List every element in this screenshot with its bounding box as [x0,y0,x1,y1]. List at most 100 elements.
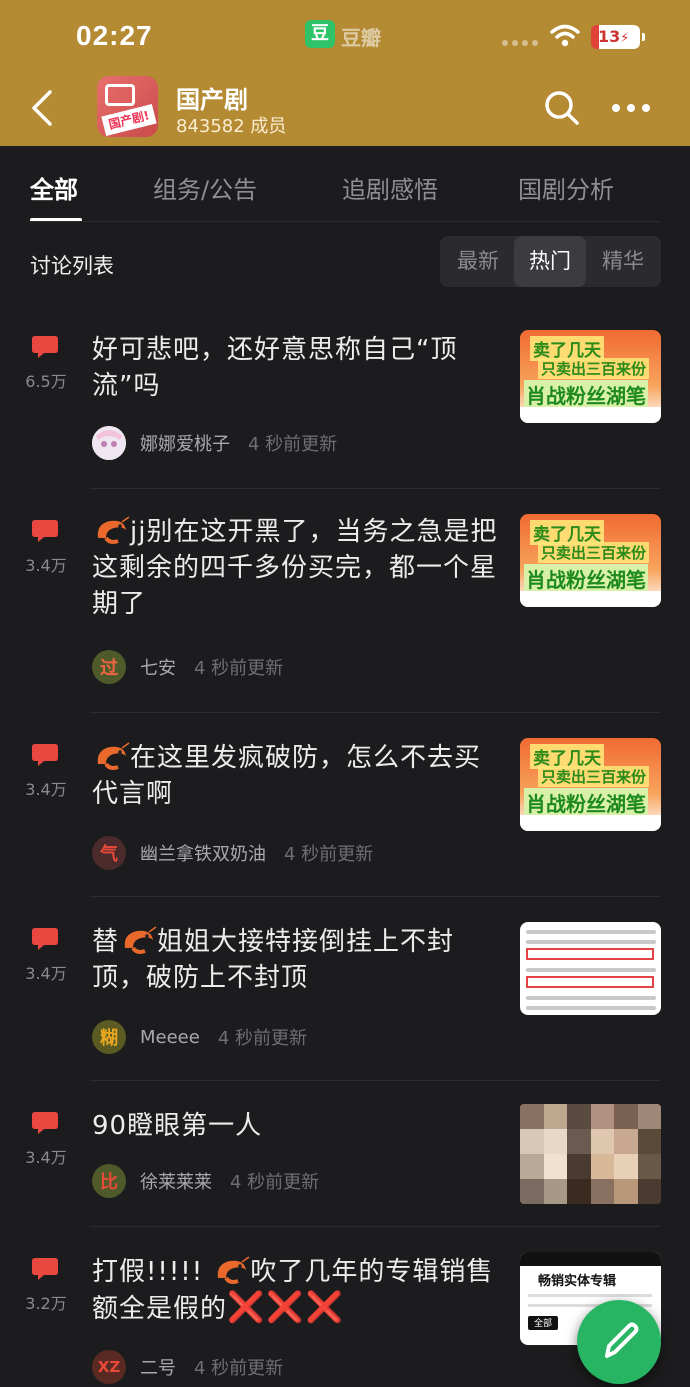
post-thumbnail[interactable] [520,1104,661,1204]
search-button[interactable] [542,88,582,128]
thumb-text: 只卖出三百来份 [538,358,650,379]
reply-count: 3.4万 [25,556,67,575]
discussion-list-label: 讨论列表 [30,254,114,278]
avatar-label: 国产剧! [101,104,157,136]
avatar[interactable]: XZ [92,1350,126,1384]
post-thumbnail[interactable] [520,922,661,1015]
divider [30,221,660,222]
group-avatar[interactable]: 国产剧! [97,76,158,137]
post-title[interactable]: 替姐姐大接特接倒挂上不封顶，破防上不封顶 [92,924,502,996]
battery-level: 13 [598,27,621,46]
post-meta: XZ 二号 4 秒前更新 [92,1350,283,1384]
author-name[interactable]: 幽兰拿铁双奶油 [140,840,266,866]
group-header: 02:27 豆 豆瓣 13⚡ 国产剧! 国产剧 843582 成员 [0,0,690,146]
shrimp-emoji-icon [218,1256,250,1284]
post-title-text: jj别在这开黑了，当务之急是把这剩余的四千多份买完，都一个星期了 [92,517,498,619]
comment-bubble-icon [32,336,58,358]
pencil-icon [605,1322,639,1358]
comment-bubble-icon [32,1258,58,1280]
post-meta: 比 徐莱莱莱 4 秒前更新 [92,1164,319,1198]
list-item[interactable]: 3.4万 90瞪眼第一人 比 徐莱莱莱 4 秒前更新 [0,1086,690,1226]
tab-announcements[interactable]: 组务/公告 [153,170,257,205]
sort-toggle: 最新 热门 精华 [440,236,661,287]
post-title[interactable]: 在这里发疯破防，怎么不去买代言啊 [92,740,502,812]
divider [90,488,660,489]
wifi-icon [550,24,580,47]
comment-bubble-icon [32,1112,58,1134]
back-button[interactable] [28,88,58,128]
more-button[interactable] [612,96,658,120]
thumb-text: 畅销实体专辑 [538,1274,617,1289]
sort-featured[interactable]: 精华 [587,236,659,287]
post-meta: 娜娜爱桃子 4 秒前更新 [92,426,337,460]
thumb-text: 只卖出三百来份 [538,766,650,787]
divider [90,896,660,897]
post-title[interactable]: jj别在这开黑了，当务之急是把这剩余的四千多份买完，都一个星期了 [92,514,502,622]
cross-mark-emoji: ❌❌❌ [227,1290,346,1325]
post-title[interactable]: 打假!!!!! 吹了几年的专辑销售额全是假的❌❌❌ [92,1254,502,1327]
comment-bubble-icon [32,520,58,542]
sort-latest[interactable]: 最新 [442,236,514,287]
author-name[interactable]: 二号 [140,1354,176,1380]
thumb-chip: 全部 [528,1316,558,1330]
avatar[interactable]: 气 [92,836,126,870]
update-time: 4 秒前更新 [230,1172,320,1193]
author-name[interactable]: 徐莱莱莱 [140,1168,212,1194]
list-item[interactable]: 3.4万 jj别在这开黑了，当务之急是把这剩余的四千多份买完，都一个星期了 过 … [0,494,690,712]
shrimp-emoji-icon [97,742,130,770]
reply-count: 3.4万 [25,964,67,983]
sort-hot[interactable]: 热门 [514,236,586,287]
tab-all[interactable]: 全部 [30,170,78,205]
reply-count: 3.4万 [25,1148,67,1167]
tab-drama-thoughts[interactable]: 追剧感悟 [342,170,438,205]
divider [90,1226,660,1227]
avatar[interactable]: 比 [92,1164,126,1198]
post-title-text: 替 [92,927,120,957]
thumb-text: 肖战粉丝湖笔 [524,788,648,817]
post-thumbnail[interactable]: 卖了几天 只卖出三百来份 肖战粉丝湖笔 [520,514,661,607]
avatar[interactable] [92,426,126,460]
update-time: 4 秒前更新 [248,434,338,455]
list-item[interactable]: 3.4万 在这里发疯破防，怎么不去买代言啊 气 幽兰拿铁双奶油 4 秒前更新 卖… [0,718,690,896]
status-time: 02:27 [76,20,153,51]
post-title[interactable]: 好可悲吧，还好意思称自己“顶流”吗 [92,332,502,404]
author-name[interactable]: Meeee [140,1027,200,1048]
post-thumbnail[interactable]: 卖了几天 只卖出三百来份 肖战粉丝湖笔 [520,738,661,831]
post-thumbnail[interactable]: 卖了几天 只卖出三百来份 肖战粉丝湖笔 [520,330,661,423]
shrimp-emoji-icon [97,516,130,544]
reply-count: 3.4万 [25,780,67,799]
post-meta: 糊 Meeee 4 秒前更新 [92,1020,307,1054]
comment-bubble-icon [32,744,58,766]
divider [90,1080,660,1081]
post-title-text: 打假!!!!! [92,1257,213,1287]
update-time: 4 秒前更新 [194,1358,284,1379]
member-count: 843582 成员 [176,116,287,137]
author-name[interactable]: 娜娜爱桃子 [140,430,230,456]
compose-button[interactable] [577,1300,661,1384]
update-time: 4 秒前更新 [284,844,374,865]
group-title[interactable]: 国产剧 [176,80,248,115]
comment-bubble-icon [32,928,58,950]
tab-drama-analysis[interactable]: 国剧分析 [518,170,614,205]
avatar[interactable]: 过 [92,650,126,684]
post-title[interactable]: 90瞪眼第一人 [92,1108,502,1144]
reply-count: 6.5万 [25,372,67,391]
battery-indicator: 13⚡ [591,25,645,49]
update-time: 4 秒前更新 [217,1028,308,1049]
tab-bar: 全部 组务/公告 追剧感悟 国剧分析 [0,146,690,224]
list-item[interactable]: 3.4万 替姐姐大接特接倒挂上不封顶，破防上不封顶 糊 Meeee 4 秒前更新 [0,902,690,1080]
list-item[interactable]: 6.5万 好可悲吧，还好意思称自己“顶流”吗 娜娜爱桃子 4 秒前更新 卖了几天… [0,310,690,488]
avatar[interactable]: 糊 [92,1020,126,1054]
shrimp-emoji-icon [124,926,157,954]
thumb-text: 肖战粉丝湖笔 [524,380,648,409]
thumb-text: 肖战粉丝湖笔 [524,564,648,593]
post-meta: 过 七安 4 秒前更新 [92,650,283,684]
author-name[interactable]: 七安 [140,654,176,680]
post-meta: 气 幽兰拿铁双奶油 4 秒前更新 [92,836,373,870]
divider [90,712,660,713]
tv-icon [105,84,135,106]
update-time: 4 秒前更新 [194,658,284,679]
status-app-name: 豆瓣 [341,26,381,50]
anime-avatar-icon [92,426,126,460]
douban-app-icon: 豆 [305,20,335,48]
